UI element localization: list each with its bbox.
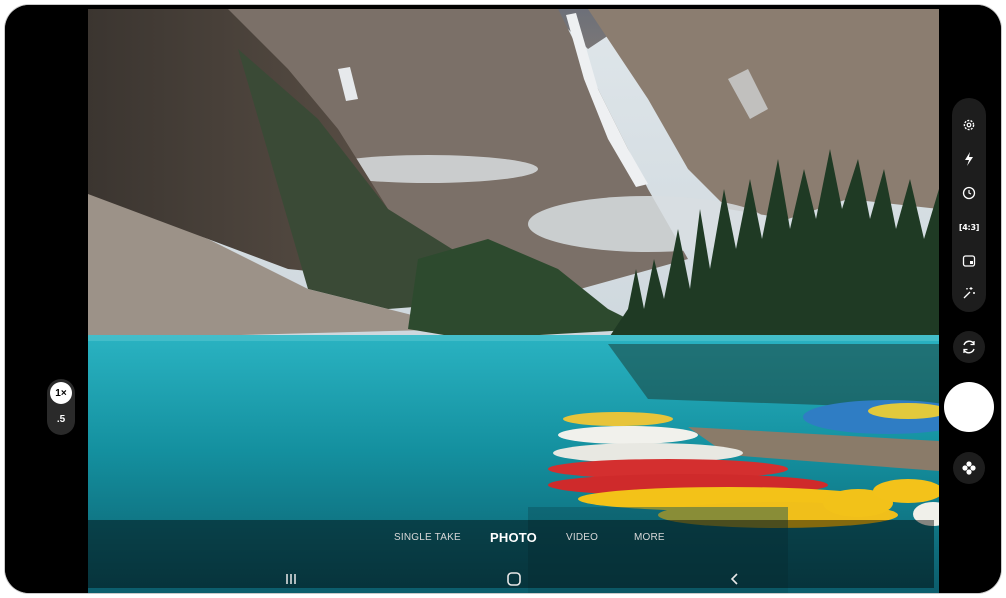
gear-icon[interactable] <box>952 112 986 138</box>
mode-more[interactable]: MORE <box>634 532 665 543</box>
timer-icon[interactable] <box>952 180 986 206</box>
home-icon[interactable] <box>503 568 525 590</box>
aspect-ratio-label: 4:3 <box>962 222 976 232</box>
flash-icon[interactable] <box>952 146 986 172</box>
mode-video[interactable]: VIDEO <box>566 532 598 543</box>
zoom-1x-button[interactable]: 1× <box>50 382 72 404</box>
viewfinder-scene <box>88 9 939 593</box>
mode-single-take[interactable]: SINGLE TAKE <box>394 532 461 543</box>
back-icon[interactable] <box>724 568 746 590</box>
camera-viewfinder[interactable] <box>88 9 939 593</box>
shutter-button[interactable] <box>944 382 994 432</box>
zoom-wide-button[interactable]: .5 <box>50 408 72 430</box>
aspect-ratio-button[interactable]: [4:3] <box>952 214 986 240</box>
mode-photo[interactable]: PHOTO <box>490 530 537 545</box>
motion-photo-icon[interactable] <box>952 248 986 274</box>
recents-icon[interactable] <box>280 568 302 590</box>
switch-camera-icon[interactable] <box>953 331 985 363</box>
sparkle-icon[interactable] <box>952 280 986 306</box>
flower-icon[interactable] <box>953 452 985 484</box>
tablet-frame <box>5 5 1001 593</box>
left-control-bar <box>5 5 88 593</box>
